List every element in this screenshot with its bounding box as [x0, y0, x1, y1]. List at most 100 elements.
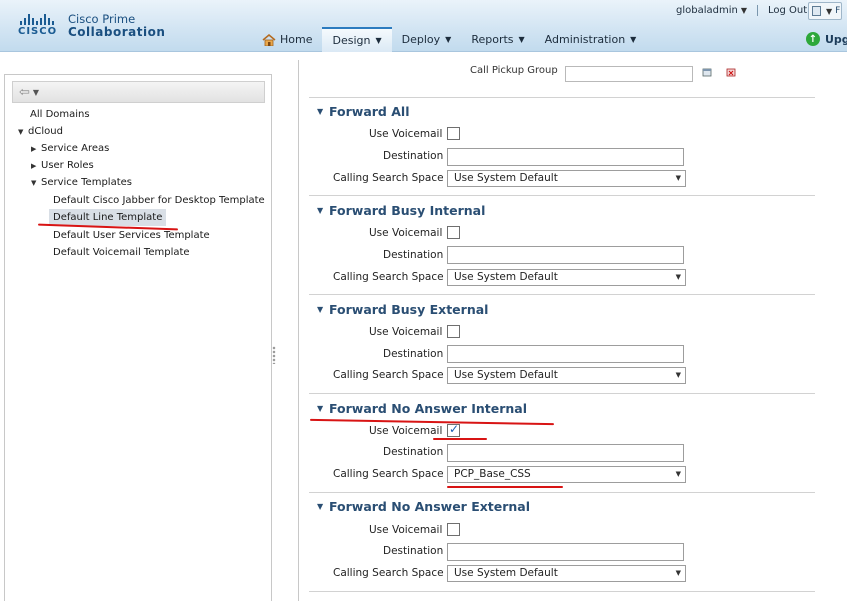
nav-reports[interactable]: Reports ▼	[461, 27, 534, 52]
tree-item-service-areas[interactable]: ▶ Service Areas	[31, 140, 109, 157]
nav-reports-label: Reports	[471, 33, 514, 46]
navigation-tree-panel: ⇦ ▼ All Domains ▼ dCloud ▶ Service Areas ▶ U…	[4, 74, 272, 601]
forward-busy-external-destination-input[interactable]	[447, 345, 684, 363]
tree-item-dcloud[interactable]: ▼ dCloud	[18, 123, 63, 140]
tree-item-label: All Domains	[30, 109, 90, 120]
section-title: Forward Busy Internal	[329, 203, 486, 218]
section-forward-busy-internal-header[interactable]: ▼ Forward Busy Internal	[317, 203, 485, 218]
tree-item-label: Service Areas	[41, 143, 110, 154]
nav-deploy[interactable]: Deploy ▼	[392, 27, 462, 52]
tree-item-user-services-template[interactable]: Default User Services Template	[53, 227, 210, 244]
tree-item-jabber-template[interactable]: Default Cisco Jabber for Desktop Templat…	[53, 192, 265, 209]
panel-splitter-handle[interactable]	[272, 346, 276, 364]
tree-item-label: User Roles	[41, 160, 94, 171]
select-value: Use System Default	[454, 172, 558, 184]
forward-busy-internal-voicemail-checkbox[interactable]	[447, 226, 460, 239]
chevron-down-icon: ▼	[445, 35, 452, 44]
calling-search-space-label: Calling Search Space	[333, 271, 444, 283]
tree-item-all-domains[interactable]: All Domains	[30, 106, 90, 123]
upgrade-label: Upg	[825, 32, 847, 46]
tree-item-label: Default Line Template	[53, 212, 163, 223]
chevron-down-icon: ▼	[675, 470, 681, 478]
calling-search-space-label: Calling Search Space	[333, 468, 444, 480]
nav-design[interactable]: Design ▼	[322, 27, 392, 52]
forward-no-answer-external-destination-input[interactable]	[447, 543, 684, 561]
forward-no-answer-internal-destination-input[interactable]	[447, 444, 684, 462]
tree-item-default-line-template[interactable]: Default Line Template	[49, 209, 167, 226]
chevron-down-icon: ▼	[630, 35, 637, 44]
select-value: Use System Default	[454, 369, 558, 381]
logout-link[interactable]: Log Out	[768, 5, 807, 16]
calling-search-space-label: Calling Search Space	[333, 369, 444, 381]
tree-item-service-templates[interactable]: ▼ Service Templates	[31, 174, 132, 191]
destination-label: Destination	[383, 249, 444, 261]
user-menu[interactable]: globaladmin ▼	[676, 5, 747, 16]
back-arrow-icon: ⇦	[19, 84, 30, 100]
chevron-down-icon: ▼	[740, 6, 747, 15]
user-name: globaladmin	[676, 5, 738, 16]
tree-toolbar: ⇦ ▼	[12, 81, 265, 103]
tree-item-user-roles[interactable]: ▶ User Roles	[31, 157, 94, 174]
expanded-triangle-icon: ▼	[31, 178, 37, 187]
toolbar-button-label: F	[835, 6, 841, 16]
clear-icon[interactable]	[726, 67, 736, 77]
section-forward-all-header[interactable]: ▼ Forward All	[317, 104, 409, 119]
forward-all-destination-input[interactable]	[447, 148, 684, 166]
call-pickup-group-label: Call Pickup Group	[470, 65, 558, 76]
nav-administration[interactable]: Administration ▼	[535, 27, 647, 52]
tree-item-label: Default User Services Template	[53, 230, 210, 241]
select-value: PCP_Base_CSS	[454, 468, 531, 480]
cisco-logo: CISCO	[18, 14, 60, 38]
forward-all-voicemail-checkbox[interactable]	[447, 127, 460, 140]
nav-administration-label: Administration	[544, 33, 626, 46]
tree-item-label: dCloud	[28, 126, 63, 137]
nav-home[interactable]: Home	[250, 27, 322, 52]
expanded-triangle-icon: ▼	[317, 107, 324, 116]
tree-item-label: Default Voicemail Template	[53, 247, 190, 258]
upgrade-link[interactable]: ↑ Upg	[806, 32, 847, 46]
back-button[interactable]: ⇦ ▼	[19, 84, 39, 100]
user-bar: globaladmin ▼ Log Out	[676, 5, 807, 16]
chevron-down-icon: ▼	[675, 569, 681, 577]
section-forward-busy-external-header[interactable]: ▼ Forward Busy External	[317, 302, 488, 317]
section-divider	[309, 591, 815, 592]
product-name-line2: Collaboration	[68, 25, 166, 39]
tree-item-voicemail-template[interactable]: Default Voicemail Template	[53, 244, 190, 261]
forward-busy-internal-destination-input[interactable]	[447, 246, 684, 264]
line-template-form: Call Pickup Group ▼ Forward All Use Voice…	[298, 60, 847, 601]
expanded-triangle-icon: ▼	[317, 502, 324, 511]
chevron-down-icon: ▼	[826, 6, 833, 16]
forward-busy-external-css-select[interactable]: Use System Default ▼	[447, 367, 686, 384]
collapsed-triangle-icon: ▶	[31, 144, 37, 153]
section-divider	[309, 195, 815, 196]
chevron-down-icon: ▼	[675, 371, 681, 379]
forward-all-css-select[interactable]: Use System Default ▼	[447, 170, 686, 187]
section-title: Forward Busy External	[329, 302, 489, 317]
chevron-down-icon: ▼	[375, 36, 382, 45]
toolbar-button[interactable]: ▼ F	[808, 2, 842, 20]
forward-no-answer-internal-css-select[interactable]: PCP_Base_CSS ▼	[447, 466, 686, 483]
use-voicemail-label: Use Voicemail	[369, 326, 443, 338]
forward-busy-internal-css-select[interactable]: Use System Default ▼	[447, 269, 686, 286]
app-window: CISCO Cisco Prime Collaboration globalad…	[0, 0, 847, 601]
destination-label: Destination	[383, 348, 444, 360]
call-pickup-group-field[interactable]	[565, 66, 693, 82]
forward-no-answer-external-voicemail-checkbox[interactable]	[447, 523, 460, 536]
forward-no-answer-external-css-select[interactable]: Use System Default ▼	[447, 565, 686, 582]
home-icon	[262, 33, 276, 46]
section-divider	[309, 393, 815, 394]
tree-item-label: Service Templates	[41, 177, 132, 188]
section-forward-no-answer-external-header[interactable]: ▼ Forward No Answer External	[317, 499, 530, 514]
expanded-triangle-icon: ▼	[317, 206, 324, 215]
annotation-underline	[447, 486, 563, 488]
browse-icon[interactable]	[702, 67, 712, 77]
tree-item-label: Default Cisco Jabber for Desktop Templat…	[53, 195, 265, 206]
forward-no-answer-internal-voicemail-checkbox[interactable]	[447, 422, 460, 437]
forward-busy-external-voicemail-checkbox[interactable]	[447, 325, 460, 338]
section-title: Forward All	[329, 104, 410, 119]
destination-label: Destination	[383, 150, 444, 162]
section-forward-no-answer-internal-header[interactable]: ▼ Forward No Answer Internal	[317, 401, 527, 416]
chevron-down-icon: ▼	[518, 35, 525, 44]
use-voicemail-label: Use Voicemail	[369, 128, 443, 140]
nav-home-label: Home	[280, 33, 313, 46]
